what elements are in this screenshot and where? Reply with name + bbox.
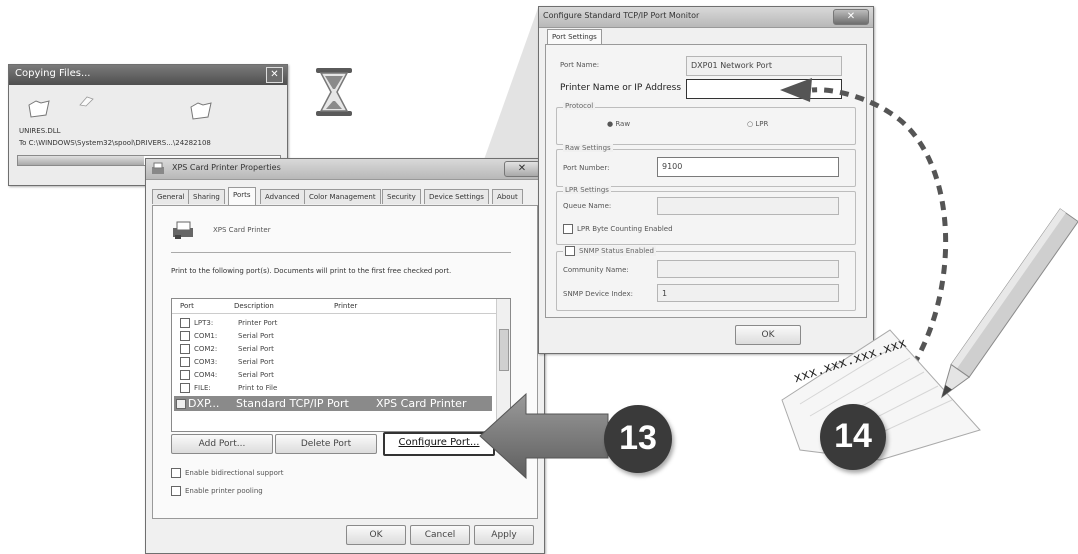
step-14-label: 14 [834,417,872,455]
dashed-arrow [780,78,949,380]
step-14-badge: 14 [820,404,886,470]
pencil-icon [940,208,1078,399]
